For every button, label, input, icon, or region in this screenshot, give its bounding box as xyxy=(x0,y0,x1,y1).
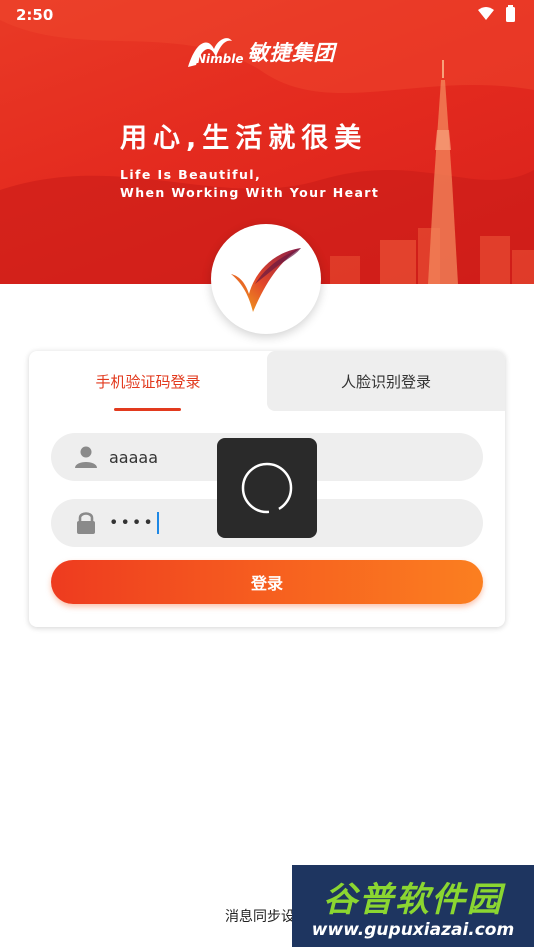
lock-icon xyxy=(77,512,95,534)
brand-latin: Nimble xyxy=(196,52,244,66)
watermark-url: www.gupuxiazai.com xyxy=(311,920,515,940)
watermark: 谷普软件园 www.gupuxiazai.com xyxy=(292,865,534,947)
slogan-english: Life Is Beautiful, When Working With You… xyxy=(120,166,379,202)
status-icons xyxy=(478,5,515,22)
login-button[interactable]: 登录 xyxy=(51,560,483,604)
app-logo xyxy=(211,224,321,334)
tab-sms-login[interactable]: 手机验证码登录 xyxy=(29,351,267,411)
battery-icon xyxy=(506,7,515,22)
tab-face-login[interactable]: 人脸识别登录 xyxy=(267,351,505,411)
spinner-icon xyxy=(241,462,293,514)
watermark-title: 谷普软件园 xyxy=(323,880,503,920)
password-dots: •••• xyxy=(109,512,155,532)
username-value[interactable]: aaaaa xyxy=(109,448,158,467)
wifi-icon xyxy=(478,7,494,20)
brand-logo: Nimble 敏捷集团 xyxy=(186,34,336,70)
person-icon xyxy=(75,446,97,468)
checkmark-logo-icon xyxy=(231,248,301,312)
status-time: 2:50 xyxy=(16,6,54,24)
slogan-english-line1: Life Is Beautiful, xyxy=(120,167,262,182)
slogan-chinese: 用心,生活就很美 xyxy=(120,123,368,154)
active-tab-indicator xyxy=(114,408,181,411)
slogan-english-line2: When Working With Your Heart xyxy=(120,185,380,200)
password-value[interactable]: •••• xyxy=(109,512,159,534)
loading-dialog xyxy=(217,438,317,538)
text-cursor xyxy=(156,512,159,534)
brand-name: 敏捷集团 xyxy=(247,41,336,65)
